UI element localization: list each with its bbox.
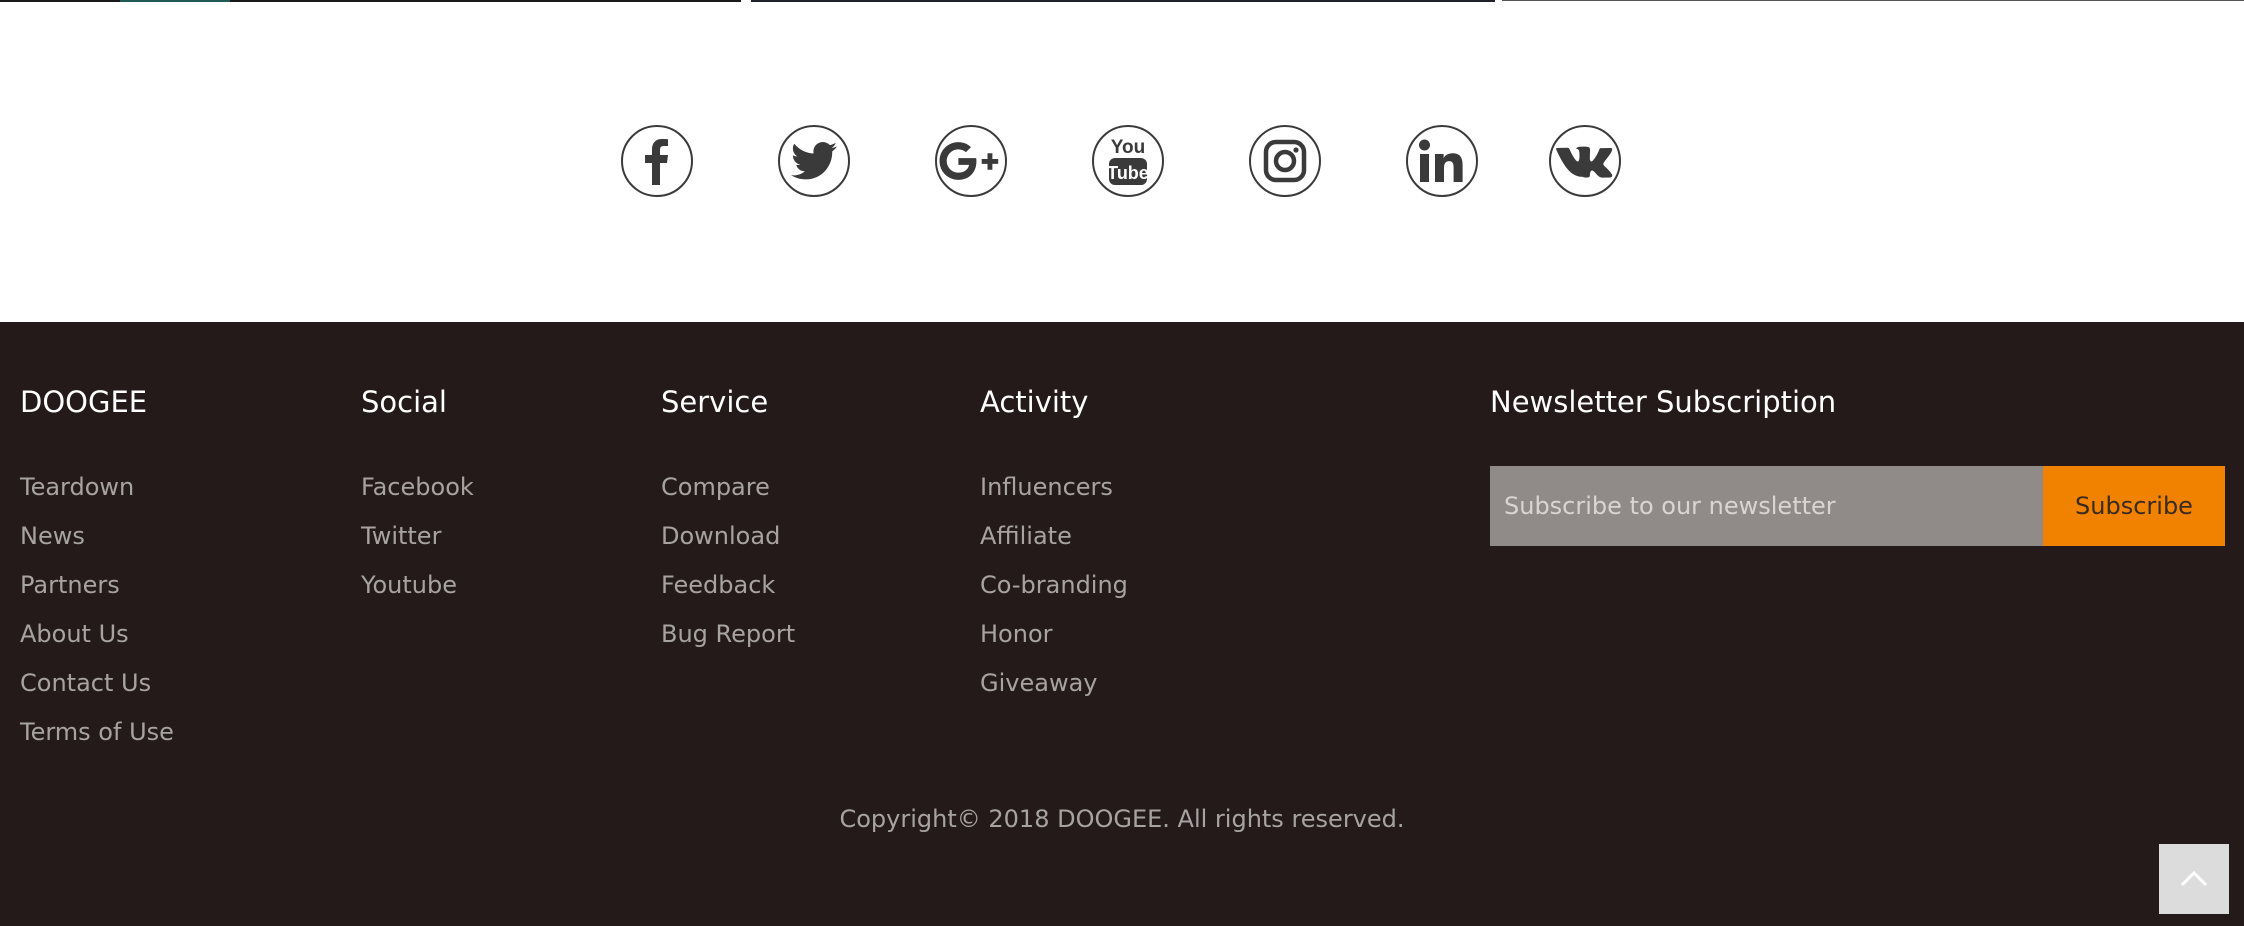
copyright-text: Copyright© 2018 DOOGEE. All rights reser… <box>839 805 1405 833</box>
twitter-icon[interactable] <box>778 125 850 197</box>
social-icons-row: You Tube <box>0 125 2244 201</box>
subscribe-button[interactable]: Subscribe <box>2043 466 2225 546</box>
svg-text:You: You <box>1111 137 1145 158</box>
footer-link-partners[interactable]: Partners <box>20 570 174 619</box>
footer-link-terms-of-use[interactable]: Terms of Use <box>20 717 174 766</box>
footer-link-facebook[interactable]: Facebook <box>361 472 474 521</box>
newsletter-title: Newsletter Subscription <box>1490 385 1837 419</box>
footer-column-title: Activity <box>980 385 1089 419</box>
footer-link-download[interactable]: Download <box>661 521 795 570</box>
footer-link-bug-report[interactable]: Bug Report <box>661 619 795 668</box>
footer-column-title: Service <box>661 385 769 419</box>
svg-text:Tube: Tube <box>1107 163 1149 183</box>
image-tile-edge <box>0 0 741 2</box>
footer-link-news[interactable]: News <box>20 521 174 570</box>
youtube-icon[interactable]: You Tube <box>1092 125 1164 197</box>
footer-column-title: Social <box>361 385 447 419</box>
vk-icon[interactable] <box>1549 125 1621 197</box>
footer-link-compare[interactable]: Compare <box>661 472 795 521</box>
footer-link-honor[interactable]: Honor <box>980 619 1128 668</box>
footer-link-list: Facebook Twitter Youtube <box>361 472 474 619</box>
newsletter-form: Subscribe <box>1490 466 2225 546</box>
footer-link-list: Teardown News Partners About Us Contact … <box>20 472 174 766</box>
footer-link-youtube[interactable]: Youtube <box>361 570 474 619</box>
footer-link-list: Compare Download Feedback Bug Report <box>661 472 795 668</box>
footer-link-teardown[interactable]: Teardown <box>20 472 174 521</box>
top-image-strip <box>0 0 2244 3</box>
footer-link-contact-us[interactable]: Contact Us <box>20 668 174 717</box>
footer-link-list: Influencers Affiliate Co-branding Honor … <box>980 472 1128 717</box>
footer-link-affiliate[interactable]: Affiliate <box>980 521 1128 570</box>
footer-column-title: DOOGEE <box>20 385 148 419</box>
back-to-top-button[interactable] <box>2159 844 2229 914</box>
image-tile-edge <box>751 0 1495 2</box>
image-tile-edge <box>1502 0 2244 1</box>
footer-link-twitter[interactable]: Twitter <box>361 521 474 570</box>
google-plus-icon[interactable] <box>935 125 1007 197</box>
footer-link-influencers[interactable]: Influencers <box>980 472 1128 521</box>
chevron-up-icon <box>2180 870 2208 887</box>
footer-link-giveaway[interactable]: Giveaway <box>980 668 1128 717</box>
footer-link-co-branding[interactable]: Co-branding <box>980 570 1128 619</box>
newsletter-email-input[interactable] <box>1490 466 2043 546</box>
instagram-icon[interactable] <box>1249 125 1321 197</box>
facebook-icon[interactable] <box>621 125 693 197</box>
footer-link-feedback[interactable]: Feedback <box>661 570 795 619</box>
footer-link-about-us[interactable]: About Us <box>20 619 174 668</box>
linkedin-icon[interactable] <box>1406 125 1478 197</box>
site-footer: DOOGEE Teardown News Partners About Us C… <box>0 322 2244 926</box>
